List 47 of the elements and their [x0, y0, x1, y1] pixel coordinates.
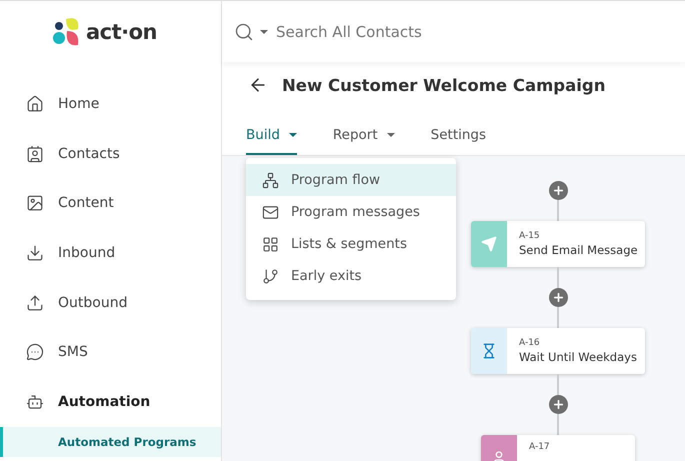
nav-item[interactable]: Automation	[0, 377, 221, 427]
download-icon	[26, 244, 44, 262]
add-step-button[interactable]	[548, 181, 568, 200]
logo-text: act·on	[86, 20, 157, 44]
add-step-button[interactable]	[548, 395, 568, 414]
contact-card-icon	[26, 144, 44, 163]
menu-item[interactable]: Early exits	[246, 260, 456, 292]
nav-subitem[interactable]: Automated Programs	[0, 426, 221, 457]
nav-item[interactable]: Inbound	[0, 228, 221, 278]
step-id: A-17	[529, 442, 550, 452]
step-id: A-15	[519, 231, 541, 241]
caret-icon	[386, 133, 395, 137]
nav-item[interactable]: Outbound	[0, 278, 221, 328]
picture-icon	[26, 194, 44, 212]
search-icon[interactable]	[234, 22, 254, 42]
grid-icon	[262, 236, 279, 252]
tab[interactable]: Settings	[430, 117, 486, 155]
step-name: Send Email Message	[519, 243, 638, 257]
caret-icon	[288, 133, 297, 137]
caret-icon[interactable]	[260, 30, 268, 34]
plus-icon	[552, 398, 564, 411]
nav-item[interactable]: Content	[0, 178, 221, 228]
nav-item[interactable]: SMS	[0, 327, 221, 378]
plus-icon	[552, 184, 564, 197]
flow-step-card[interactable]: A-17	[481, 435, 635, 461]
branch-icon	[262, 268, 279, 284]
envelope-icon	[262, 204, 279, 220]
flow-step-card[interactable]: A-15 Send Email Message	[471, 221, 645, 267]
menu-item[interactable]: Program messages	[246, 196, 456, 228]
add-step-button[interactable]	[548, 288, 568, 307]
robot-icon	[26, 392, 44, 411]
plus-icon	[552, 291, 564, 304]
chat-bubble-icon	[26, 343, 44, 362]
page-title: New Customer Welcome Campaign	[282, 76, 606, 94]
step-id: A-16	[519, 338, 541, 348]
menu-item[interactable]: Program flow	[246, 164, 456, 196]
menu-item[interactable]: Lists & segments	[246, 228, 456, 260]
flow-step-card[interactable]: A-16 Wait Until Weekdays	[471, 328, 645, 374]
upload-icon	[26, 294, 44, 312]
paper-plane-icon	[481, 236, 497, 252]
hourglass-icon	[481, 343, 497, 359]
nav-item[interactable]: Home	[0, 79, 221, 129]
home-icon	[26, 94, 44, 113]
hierarchy-icon	[262, 172, 279, 188]
step-name: Wait Until Weekdays	[519, 350, 637, 364]
tab[interactable]: Report	[332, 117, 395, 155]
nav-item[interactable]: Contacts	[0, 128, 221, 178]
